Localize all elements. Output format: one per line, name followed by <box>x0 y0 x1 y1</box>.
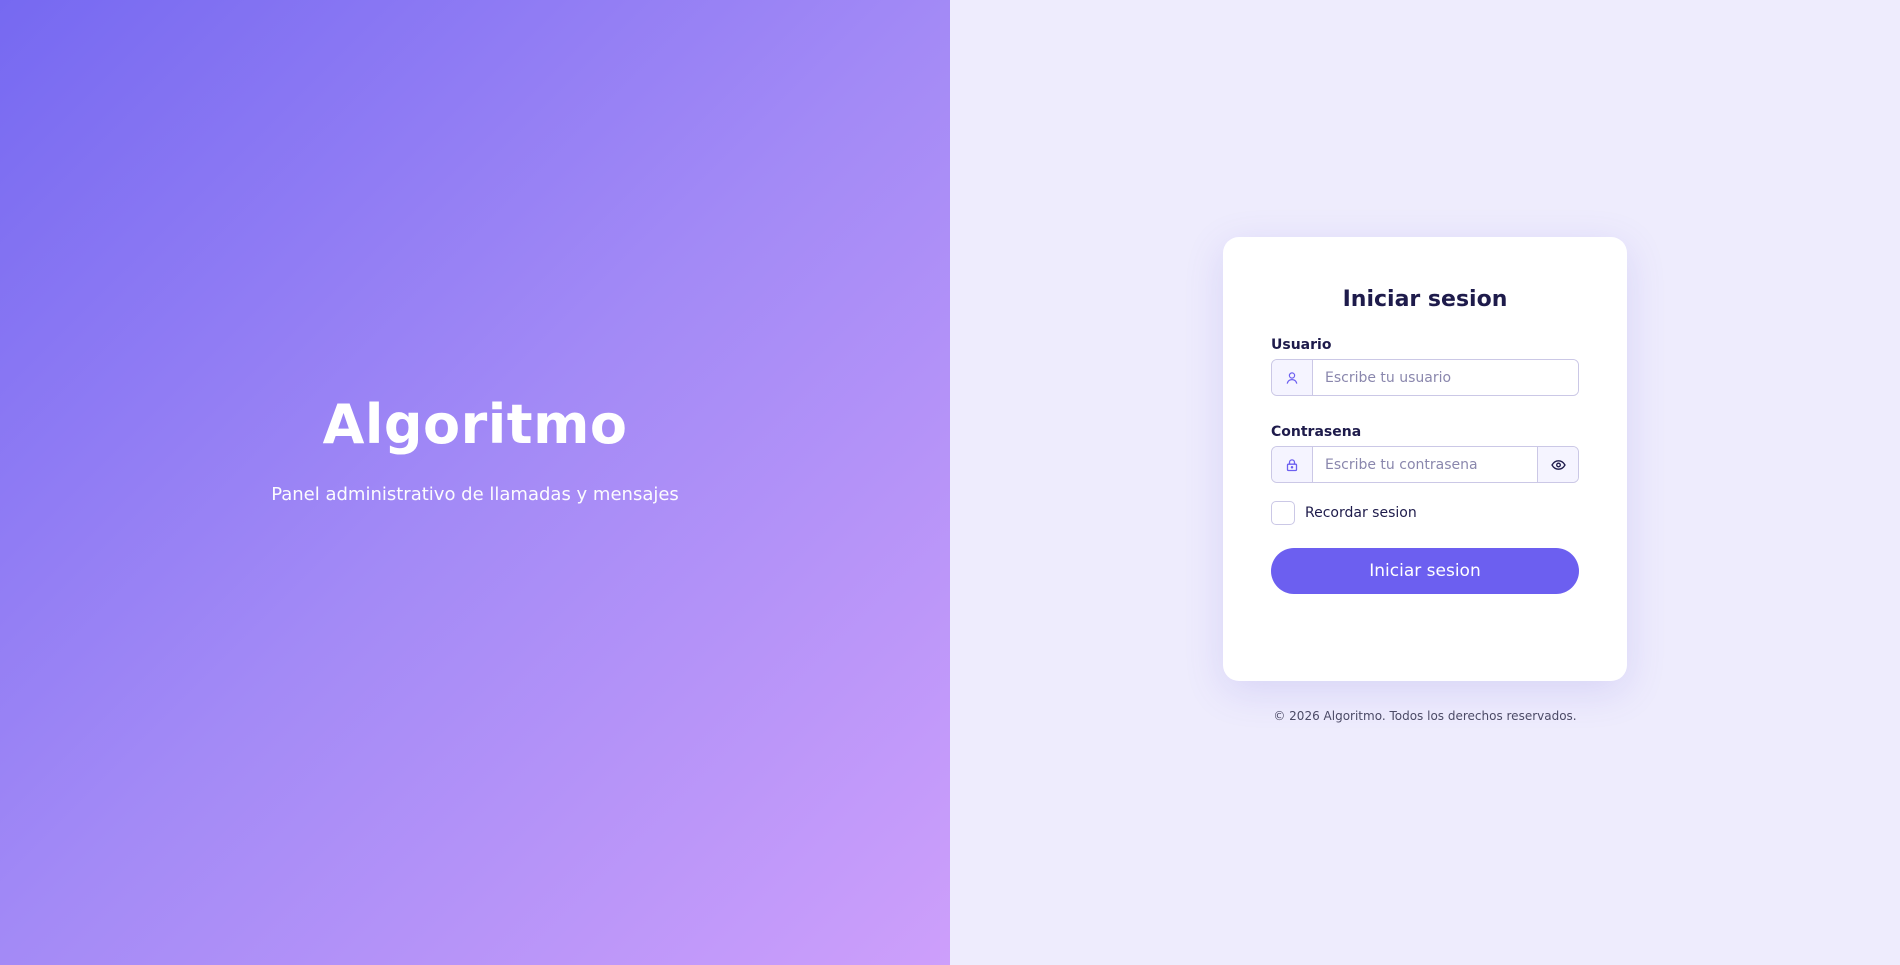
eye-icon[interactable] <box>1537 447 1578 482</box>
username-input[interactable] <box>1313 360 1578 395</box>
brand-subtitle: Panel administrativo de llamadas y mensa… <box>271 483 679 505</box>
login-button[interactable]: Iniciar sesion <box>1271 548 1579 594</box>
user-icon <box>1272 360 1313 395</box>
login-card: Iniciar sesion Usuario Contrasena <box>1223 237 1627 681</box>
password-input-group <box>1271 446 1579 483</box>
login-panel: Iniciar sesion Usuario Contrasena <box>950 0 1900 965</box>
brand-panel: Algoritmo Panel administrativo de llamad… <box>0 0 950 965</box>
username-input-group <box>1271 359 1579 396</box>
username-label: Usuario <box>1271 337 1332 353</box>
password-label: Contrasena <box>1271 424 1362 440</box>
brand-title: Algoritmo <box>322 392 628 456</box>
copyright-footer: © 2026 Algoritmo. Todos los derechos res… <box>1273 709 1577 723</box>
remember-row: Recordar sesion <box>1271 501 1579 525</box>
password-input[interactable] <box>1313 447 1537 482</box>
remember-label[interactable]: Recordar sesion <box>1305 505 1417 521</box>
remember-checkbox[interactable] <box>1271 501 1295 525</box>
lock-icon <box>1272 447 1313 482</box>
login-title: Iniciar sesion <box>1342 287 1508 312</box>
